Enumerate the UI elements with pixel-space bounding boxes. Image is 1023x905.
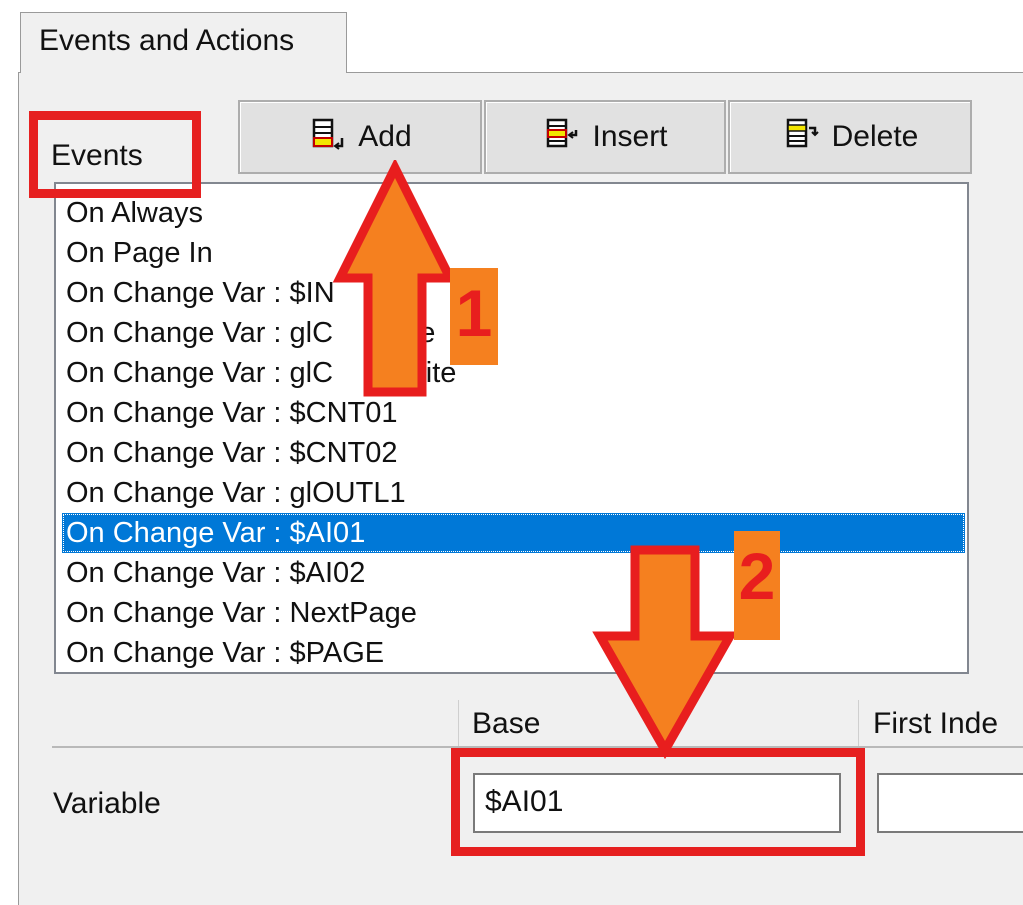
- delete-event-icon: [786, 118, 819, 148]
- delete-button[interactable]: Delete: [728, 100, 972, 174]
- step-2-label: 2: [734, 531, 780, 640]
- list-item[interactable]: On Change Var : $CNT02: [62, 433, 965, 473]
- tab-connector: [21, 71, 346, 74]
- delete-button-label: Delete: [831, 120, 919, 153]
- column-header-base[interactable]: Base: [472, 703, 540, 745]
- insert-event-icon: [547, 118, 578, 148]
- list-item[interactable]: On Change Var : glC2write: [62, 353, 965, 393]
- list-item[interactable]: On Change Var : NextPage: [62, 593, 965, 633]
- events-highlight-box: [29, 111, 201, 198]
- list-item[interactable]: On Change Var : $CNT01: [62, 393, 965, 433]
- insert-button-label: Insert: [592, 120, 668, 153]
- column-separator[interactable]: [858, 700, 859, 746]
- column-header-first-index[interactable]: First Inde: [873, 703, 998, 745]
- up-arrow-annotation: [332, 160, 458, 397]
- list-item[interactable]: On Change Var : glC1e: [62, 313, 965, 353]
- step-1-label: 1: [450, 268, 498, 365]
- list-item[interactable]: On Change Var : glOUTL1: [62, 473, 965, 513]
- list-item-selected[interactable]: On Change Var : $AI01: [62, 513, 965, 553]
- tab-events-and-actions[interactable]: Events and Actions: [20, 12, 347, 73]
- variable-label: Variable: [53, 787, 161, 820]
- base-field-highlight-box: [451, 748, 865, 856]
- add-button-label: Add: [358, 120, 412, 153]
- list-item[interactable]: On Always: [62, 193, 965, 233]
- events-list[interactable]: On Always On Page In On Change Var : $IN…: [54, 182, 969, 674]
- list-item[interactable]: On Change Var : $AI02: [62, 553, 965, 593]
- insert-button[interactable]: Insert: [484, 100, 726, 174]
- first-index-field[interactable]: [877, 773, 1023, 833]
- add-event-icon: [313, 118, 344, 150]
- down-arrow-annotation: [592, 545, 738, 760]
- list-item[interactable]: On Change Var : $PAGE: [62, 633, 965, 672]
- list-item[interactable]: On Change Var : $IN: [62, 273, 965, 313]
- list-item[interactable]: On Page In: [62, 233, 965, 273]
- column-separator[interactable]: [458, 700, 459, 746]
